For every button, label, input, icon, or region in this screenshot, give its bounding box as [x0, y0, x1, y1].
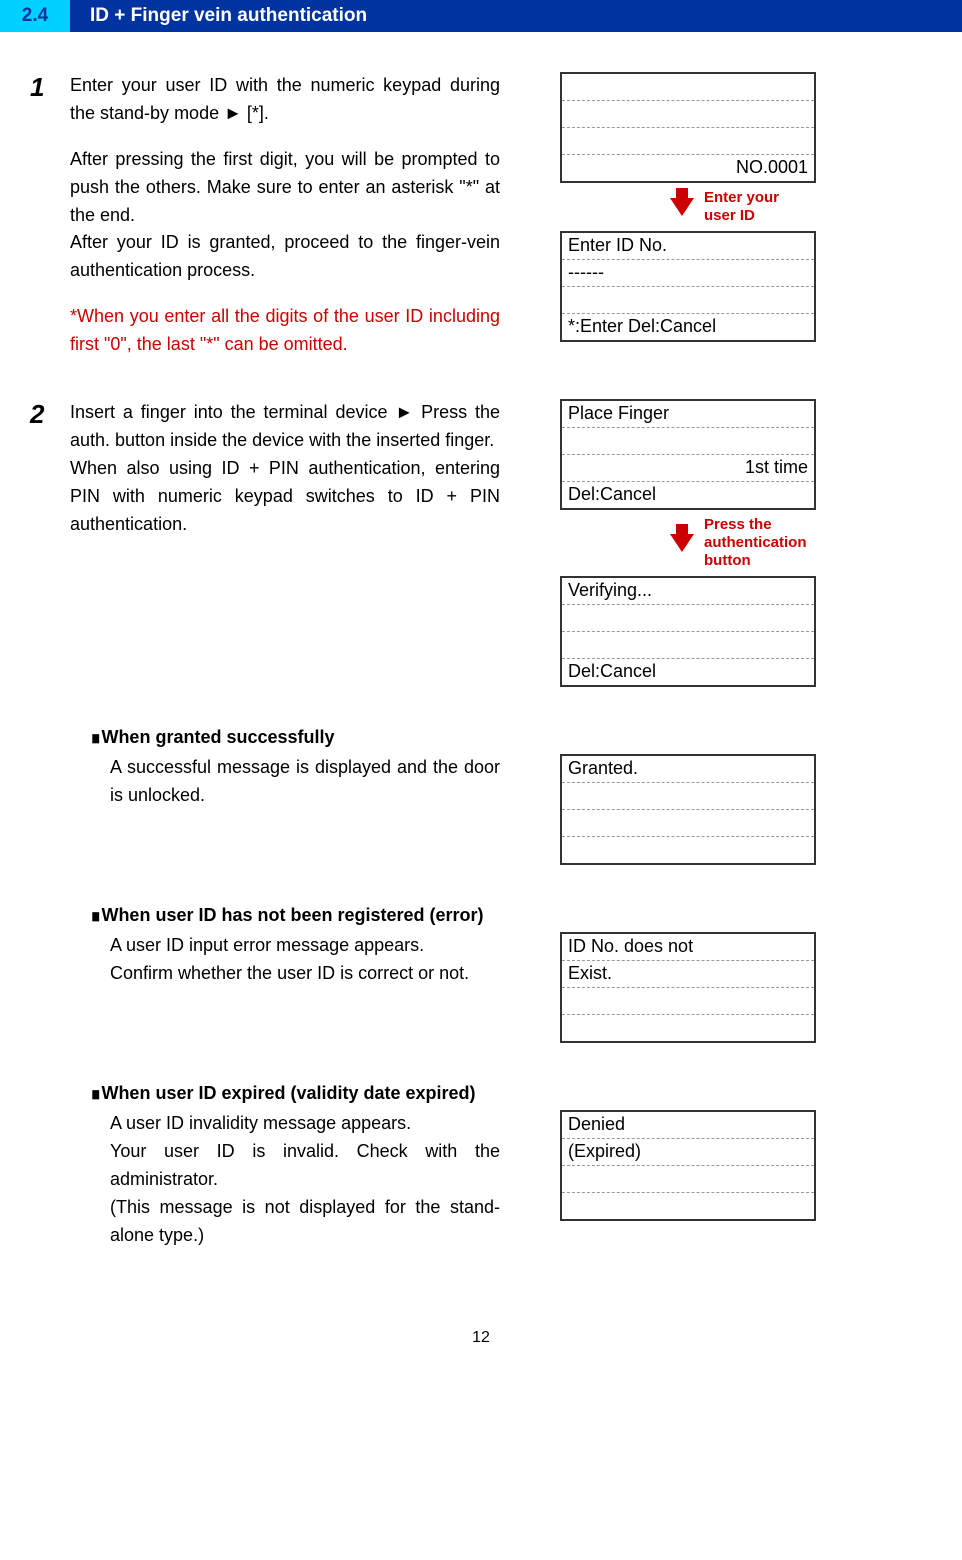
granted-r3 [562, 810, 814, 837]
step1-note: *When you enter all the digits of the us… [70, 303, 500, 359]
arrow2-line1: Press the [704, 516, 772, 533]
step-2-row: 2 Insert a finger into the terminal devi… [30, 399, 932, 687]
display-enter-id: Enter ID No. ------ *:Enter Del:Cancel [560, 231, 816, 342]
step-2-text: Insert a finger into the terminal device… [70, 399, 500, 687]
display-place-finger: Place Finger 1st time Del:Cancel [560, 399, 816, 510]
section-number: 2.4 [0, 0, 70, 32]
step1-para3: After your ID is granted, proceed to the… [70, 229, 500, 285]
notreg-text: A user ID input error message appears. C… [90, 932, 500, 1043]
granted-body: A successful message is displayed and th… [90, 754, 500, 810]
enterid-row2: ------ [562, 260, 814, 287]
section-title: ID + Finger vein authentication [70, 0, 962, 32]
step-number-1: 1 [30, 72, 70, 359]
standby-row2 [562, 101, 814, 128]
expired-head: ∎When user ID expired (validity date exp… [90, 1083, 932, 1104]
enterid-row3 [562, 287, 814, 314]
standby-row3 [562, 128, 814, 155]
granted-head: ∎When granted successfully [90, 727, 932, 748]
granted-r4 [562, 837, 814, 863]
standby-row1 [562, 74, 814, 101]
expired-body1: A user ID invalidity message appears. [90, 1110, 500, 1138]
display-standby: NO.0001 [560, 72, 816, 183]
page-number: 12 [30, 1329, 932, 1347]
step-1-row: 1 Enter your user ID with the numeric ke… [30, 72, 932, 359]
expired-side: Denied (Expired) [500, 1110, 932, 1249]
subsection-not-registered: ∎When user ID has not been registered (e… [90, 905, 932, 1043]
granted-r2 [562, 783, 814, 810]
expired-r2: (Expired) [562, 1139, 814, 1166]
display-verifying: Verifying... Del:Cancel [560, 576, 816, 687]
notreg-body1: A user ID input error message appears. [90, 932, 500, 960]
subsection-granted: ∎When granted successfully A successful … [90, 727, 932, 865]
arrow-press-auth-label: Press the authentication button [704, 516, 812, 570]
granted-text: A successful message is displayed and th… [90, 754, 500, 865]
step1-para1: Enter your user ID with the numeric keyp… [70, 72, 500, 128]
expired-body2: Your user ID is invalid. Check with the … [90, 1138, 500, 1194]
notreg-r1: ID No. does not [562, 934, 814, 961]
arrow-press-auth-container: Press the authentication button [560, 516, 812, 570]
notreg-side: ID No. does not Exist. [500, 932, 932, 1043]
section-header: 2.4 ID + Finger vein authentication [0, 0, 962, 32]
step2-para1: Insert a finger into the terminal device… [70, 399, 500, 455]
arrow-enter-id-label: Enter your user ID [704, 189, 812, 225]
step-1-text: Enter your user ID with the numeric keyp… [70, 72, 500, 359]
verify-row2 [562, 605, 814, 632]
place-row3: 1st time [562, 455, 814, 482]
notreg-body2: Confirm whether the user ID is correct o… [90, 960, 500, 988]
verify-row3 [562, 632, 814, 659]
expired-text: A user ID invalidity message appears. Yo… [90, 1110, 500, 1249]
expired-r1: Denied [562, 1112, 814, 1139]
enterid-row1: Enter ID No. [562, 233, 814, 260]
arrow-down-icon [670, 198, 694, 216]
verify-row4: Del:Cancel [562, 659, 814, 685]
granted-side: Granted. [500, 754, 932, 865]
notreg-r4 [562, 1015, 814, 1041]
step2-para2: When also using ID + PIN authentication,… [70, 455, 500, 539]
expired-r3 [562, 1166, 814, 1193]
arrow-down-icon [670, 534, 694, 552]
arrow2-line2: authentication button [704, 534, 807, 569]
display-not-exist: ID No. does not Exist. [560, 932, 816, 1043]
display-expired: Denied (Expired) [560, 1110, 816, 1221]
subsection-expired: ∎When user ID expired (validity date exp… [90, 1083, 932, 1249]
place-row1: Place Finger [562, 401, 814, 428]
standby-row4: NO.0001 [562, 155, 814, 181]
step1-para2: After pressing the first digit, you will… [70, 146, 500, 230]
notreg-head: ∎When user ID has not been registered (e… [90, 905, 932, 926]
place-row2 [562, 428, 814, 455]
arrow-enter-id-container: Enter your user ID [560, 189, 812, 225]
granted-r1: Granted. [562, 756, 814, 783]
display-granted: Granted. [560, 754, 816, 865]
enterid-row4: *:Enter Del:Cancel [562, 314, 814, 340]
notreg-r3 [562, 988, 814, 1015]
expired-r4 [562, 1193, 814, 1219]
notreg-r2: Exist. [562, 961, 814, 988]
step-number-2: 2 [30, 399, 70, 687]
step-1-side: NO.0001 Enter your user ID Enter ID No. … [500, 72, 932, 359]
verify-row1: Verifying... [562, 578, 814, 605]
step-2-side: Place Finger 1st time Del:Cancel Press t… [500, 399, 932, 687]
place-row4: Del:Cancel [562, 482, 814, 508]
content-area: 1 Enter your user ID with the numeric ke… [0, 72, 962, 1387]
expired-body3: (This message is not displayed for the s… [90, 1194, 500, 1250]
